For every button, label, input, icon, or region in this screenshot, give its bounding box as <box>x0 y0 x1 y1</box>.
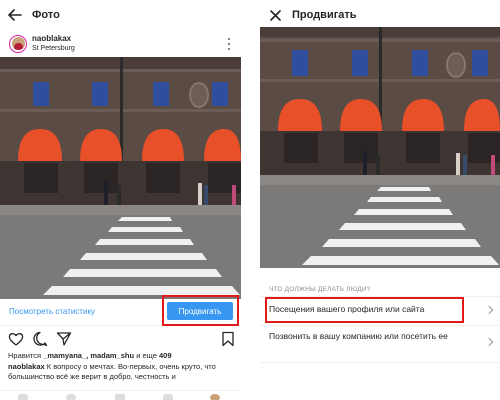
post-username[interactable]: naoblakax <box>32 35 75 43</box>
avatar[interactable] <box>9 34 27 53</box>
share-send-icon[interactable] <box>56 331 72 347</box>
promote-header: Продвигать <box>260 0 500 30</box>
home-icon[interactable] <box>18 394 28 400</box>
view-insights-link[interactable]: Посмотреть статистику <box>9 307 95 316</box>
back-arrow-icon[interactable] <box>0 0 30 30</box>
page-title: Продвигать <box>292 9 357 21</box>
likes-prefix: Нравится <box>8 351 42 360</box>
likes-line: Нравится _mamyana_, madam_shu и еще 409 <box>8 351 172 360</box>
comment-icon[interactable] <box>32 331 48 347</box>
post-actions-bar <box>0 328 241 350</box>
bottom-nav <box>0 390 241 400</box>
page-title: Фото <box>32 9 60 21</box>
divider <box>260 325 500 326</box>
post-caption: naoblakax К вопросу о мечтах. Во-первых,… <box>8 362 234 382</box>
post-photo <box>0 57 241 299</box>
promote-photo-preview <box>260 27 500 268</box>
divider <box>260 296 500 297</box>
post-author-row: naoblakax St Petersburg <box>0 30 241 57</box>
likes-count[interactable]: 409 <box>159 351 172 360</box>
question-label: ЧТО ДОЛЖНЫ ДЕЛАТЬ ЛЮДИ? <box>269 286 371 293</box>
option-label: Позвонить в вашу компанию или посетить е… <box>269 331 448 341</box>
search-icon[interactable] <box>66 394 76 400</box>
like-heart-icon[interactable] <box>8 331 24 347</box>
bookmark-icon[interactable] <box>220 331 236 347</box>
activity-icon[interactable] <box>163 394 173 400</box>
caption-username[interactable]: naoblakax <box>8 362 45 371</box>
photo-screen: Фото naoblakax St Petersburg Посмотреть … <box>0 0 241 400</box>
promote-button[interactable]: Продвигать <box>167 302 233 320</box>
option-label: Посещения вашего профиля или сайта <box>269 304 425 314</box>
promote-screen: Продвигать ЧТО ДОЛЖНЫ ДЕЛАТЬ ЛЮДИ? Посещ… <box>260 0 500 400</box>
profile-icon[interactable] <box>210 394 220 400</box>
photo-header: Фото <box>0 0 241 30</box>
likes-users[interactable]: _mamyana_, madam_shu <box>43 351 134 360</box>
chevron-right-icon <box>484 337 494 347</box>
likes-and: и еще <box>136 351 157 360</box>
chevron-right-icon <box>484 305 494 315</box>
divider <box>260 362 500 363</box>
add-icon[interactable] <box>115 394 125 400</box>
post-location[interactable]: St Petersburg <box>32 45 75 52</box>
close-icon[interactable] <box>260 0 290 30</box>
more-options-icon[interactable] <box>227 38 231 50</box>
